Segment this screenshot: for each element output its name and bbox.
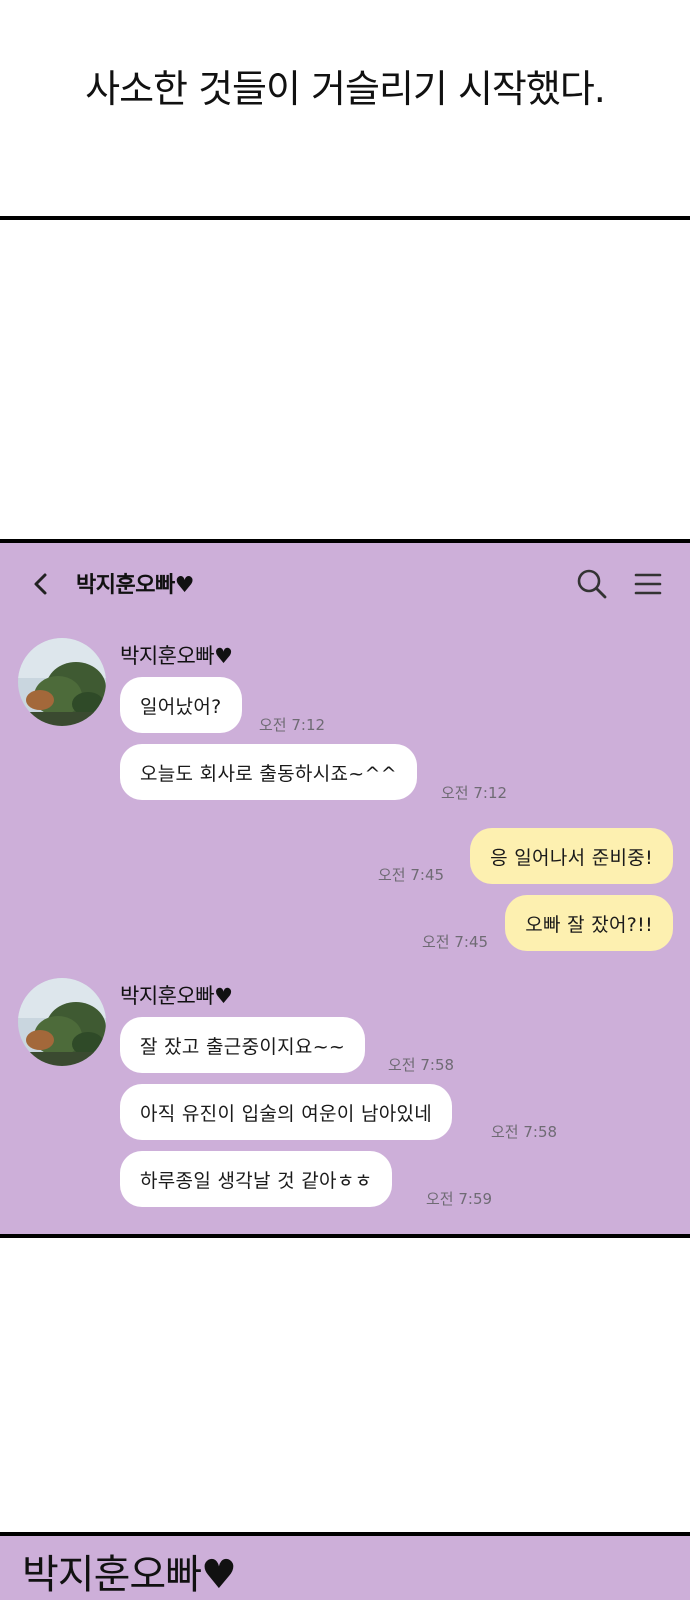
message-bubble[interactable]: 일어났어? (120, 677, 242, 733)
message-time: 오전 7:12 (259, 716, 326, 734)
sender-name: 박지훈오빠♥ (120, 984, 233, 1008)
menu-icon[interactable] (634, 570, 662, 598)
chat-panel-bottom-border (0, 1234, 690, 1238)
message-bubble[interactable]: 오늘도 회사로 출동하시죠~^^ (120, 744, 417, 800)
message-time: 오전 7:12 (441, 784, 508, 802)
message-time: 오전 7:45 (422, 933, 489, 951)
bottom-chat-title: 박지훈오빠♥ (22, 1552, 237, 1598)
message-time: 오전 7:45 (378, 866, 445, 884)
chat-title: 박지훈오빠♥ (76, 573, 194, 598)
message-bubble[interactable]: 아직 유진이 입술의 여운이 남아있네 (120, 1084, 453, 1140)
message-time: 오전 7:59 (426, 1190, 493, 1208)
message-bubble[interactable]: 잘 잤고 출근중이지요~~ (120, 1017, 366, 1073)
message-time: 오전 7:58 (388, 1056, 455, 1074)
my-message-bubble[interactable]: 응 일어나서 준비중! (470, 828, 673, 884)
search-icon[interactable] (576, 568, 608, 600)
sender-name: 박지훈오빠♥ (120, 644, 233, 668)
chat-screen: 박지훈오빠♥ 박지훈오빠♥ 일어났어? 오전 7:12 오늘도 회사로 출동하시… (0, 543, 690, 1236)
message-time: 오전 7:58 (491, 1123, 558, 1141)
my-message-bubble[interactable]: 오빠 잘 잤어?!! (505, 895, 673, 951)
bottom-chat-preview: 박지훈오빠♥ (0, 1536, 690, 1600)
tree-photo-icon (18, 638, 106, 726)
sender-avatar[interactable] (18, 638, 106, 726)
chat-header: 박지훈오빠♥ (0, 543, 690, 623)
tree-photo-icon (18, 978, 106, 1066)
sender-avatar[interactable] (18, 978, 106, 1066)
top-panel-border (0, 216, 690, 220)
caption-text: 사소한 것들이 거슬리기 시작했다. (85, 66, 606, 111)
back-chevron-icon[interactable] (28, 567, 54, 601)
message-bubble[interactable]: 하루종일 생각날 것 같아ㅎㅎ (120, 1151, 393, 1207)
